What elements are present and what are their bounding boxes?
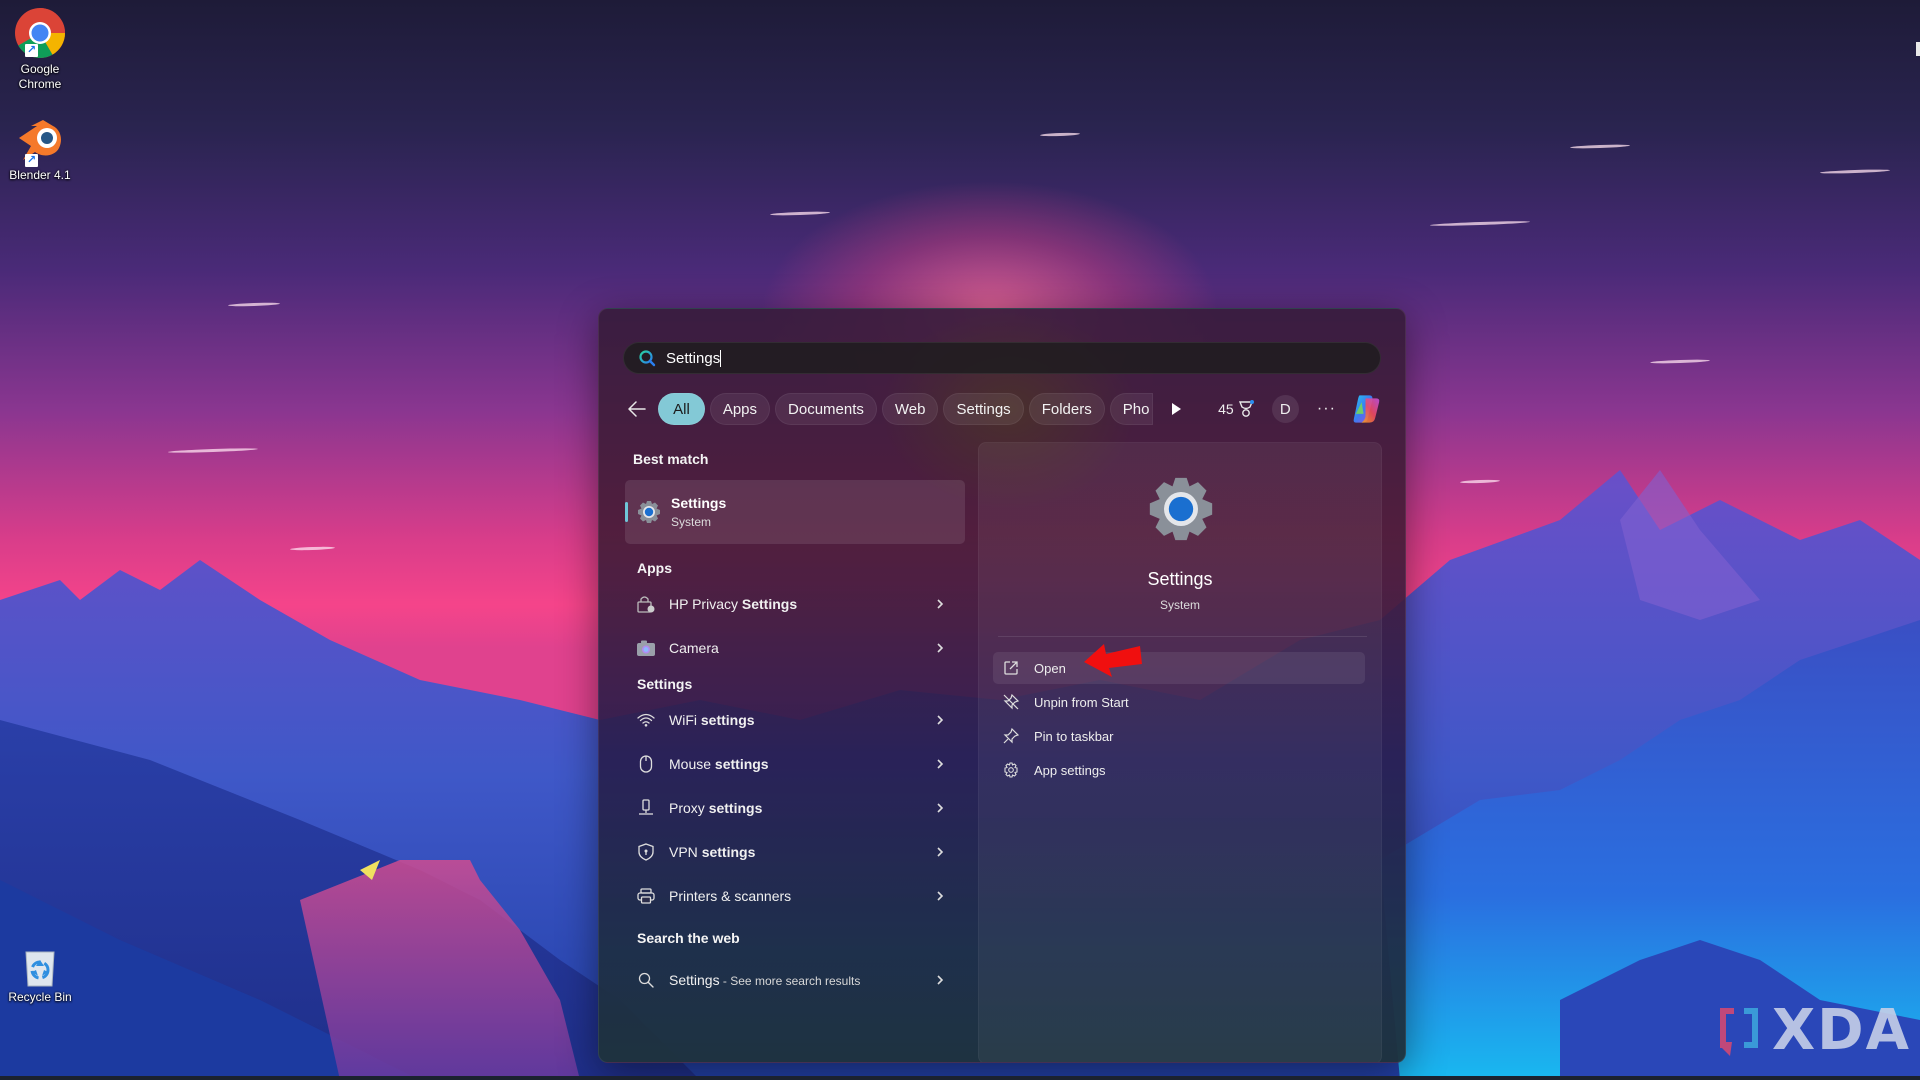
action-open[interactable]: Open: [993, 652, 1365, 684]
tab-folders[interactable]: Folders: [1028, 393, 1105, 425]
section-best-match: Best match: [633, 451, 709, 467]
results-list: Best match Settings System Apps HP Priva…: [625, 444, 965, 1002]
search-icon: [639, 350, 656, 367]
chevron-right-icon[interactable]: [933, 888, 947, 904]
action-app-settings[interactable]: App settings: [993, 754, 1365, 786]
chevron-right-icon[interactable]: [933, 640, 947, 656]
rewards-trophy-icon: [1238, 400, 1254, 417]
unpin-icon: [1003, 694, 1019, 710]
taskbar-edge: [0, 1076, 1920, 1080]
account-avatar[interactable]: D: [1271, 395, 1299, 423]
camera-icon: [637, 640, 655, 656]
section-settings: Settings: [637, 676, 693, 692]
preview-divider: [998, 636, 1367, 637]
desktop-icon-label: Recycle Bin: [8, 990, 72, 1004]
printer-icon: [637, 888, 655, 904]
arrow-left-icon: [627, 401, 646, 417]
recycle-bin-icon: [25, 951, 55, 987]
chevron-right-icon[interactable]: [933, 800, 947, 816]
chevron-right-icon[interactable]: [933, 596, 947, 612]
open-external-icon: [1004, 661, 1018, 675]
chrome-icon: [15, 8, 65, 58]
desktop-icon-google-chrome[interactable]: ↗ Google Chrome: [0, 6, 80, 92]
blender-icon: [19, 120, 61, 160]
result-proxy-settings[interactable]: Proxy settings: [625, 786, 965, 830]
scroll-tabs-right-button[interactable]: [1165, 395, 1188, 423]
mouse-icon: [639, 755, 653, 773]
preview-subtitle: System: [1159, 598, 1200, 612]
result-label: VPN settings: [669, 844, 756, 860]
annotation-red-arrow-icon: [1084, 644, 1142, 677]
search-input[interactable]: Settings: [666, 349, 722, 367]
section-apps: Apps: [637, 560, 672, 576]
tab-photos[interactable]: Pho: [1109, 393, 1153, 425]
back-button[interactable]: [623, 395, 650, 423]
xda-wordmark: XDA: [1772, 998, 1911, 1063]
windows-search-panel: Settings All Apps Documents Web Settings…: [598, 308, 1406, 1063]
desktop-icon-label: Blender 4.1: [9, 168, 71, 182]
tab-web[interactable]: Web: [881, 393, 939, 425]
settings-gear-icon: [1149, 477, 1213, 541]
filter-bar: All Apps Documents Web Settings Folders …: [623, 393, 1383, 425]
result-label: Camera: [669, 640, 719, 656]
result-label: HP Privacy Settings: [669, 596, 798, 612]
result-printers-scanners[interactable]: Printers & scanners: [625, 874, 965, 918]
tab-apps[interactable]: Apps: [709, 393, 771, 425]
result-web-search[interactable]: Settings - See more search results: [625, 958, 965, 1002]
section-search-the-web: Search the web: [637, 930, 740, 946]
result-camera[interactable]: Camera: [625, 626, 965, 670]
tab-settings[interactable]: Settings: [943, 393, 1024, 425]
settings-gear-icon: [638, 501, 660, 523]
best-match-settings[interactable]: Settings System: [625, 480, 965, 544]
result-label: Printers & scanners: [669, 888, 792, 904]
result-label: Settings - See more search results: [669, 972, 861, 988]
text-caret: [720, 349, 722, 367]
best-match-title: Settings: [671, 495, 727, 511]
preview-pane: Settings System Open Unpin from Start Pi…: [978, 442, 1382, 1062]
shortcut-arrow-icon: ↗: [25, 44, 38, 57]
copilot-icon[interactable]: [1350, 392, 1383, 426]
search-icon: [638, 972, 654, 988]
desktop-icon-label: Google Chrome: [18, 62, 62, 91]
chevron-right-icon[interactable]: [933, 972, 947, 988]
screen-edge-indicator: [1916, 42, 1920, 56]
result-wifi-settings[interactable]: WiFi settings: [625, 698, 965, 742]
best-match-subtitle: System: [671, 515, 712, 529]
gear-outline-icon: [1004, 762, 1018, 778]
preview-actions: Open Unpin from Start Pin to taskbar App…: [993, 652, 1365, 788]
chevron-right-icon[interactable]: [933, 756, 947, 772]
desktop-icon-recycle-bin[interactable]: Recycle Bin: [0, 948, 80, 1005]
result-hp-privacy-settings[interactable]: HP Privacy Settings: [625, 582, 965, 626]
tab-documents[interactable]: Documents: [775, 393, 877, 425]
hp-privacy-lock-icon: [637, 596, 655, 613]
xda-bracket-logo-icon: [1720, 1007, 1758, 1056]
preview-title: Settings: [1147, 569, 1213, 589]
chevron-right-icon[interactable]: [933, 712, 947, 728]
action-pin-to-taskbar[interactable]: Pin to taskbar: [993, 720, 1365, 752]
result-vpn-settings[interactable]: VPN settings: [625, 830, 965, 874]
result-label: WiFi settings: [669, 712, 755, 728]
action-unpin-from-start[interactable]: Unpin from Start: [993, 686, 1365, 718]
pin-icon: [1003, 728, 1019, 744]
shortcut-arrow-icon: ↗: [25, 154, 38, 167]
tab-all[interactable]: All: [658, 393, 705, 425]
xda-watermark: XDA: [1718, 998, 1911, 1063]
selection-indicator: [625, 502, 628, 522]
chevron-right-icon[interactable]: [933, 844, 947, 860]
search-query: Settings: [666, 349, 721, 367]
vpn-shield-icon: [638, 843, 654, 861]
rewards-points[interactable]: 45: [1218, 400, 1254, 418]
result-mouse-settings[interactable]: Mouse settings: [625, 742, 965, 786]
proxy-icon: [639, 799, 653, 815]
more-options-button[interactable]: ···: [1313, 395, 1340, 423]
result-label: Mouse settings: [669, 756, 769, 772]
play-right-icon: [1172, 403, 1182, 415]
search-box[interactable]: Settings: [623, 342, 1381, 374]
wifi-icon: [637, 713, 655, 727]
desktop-icon-blender[interactable]: ↗ Blender 4.1: [0, 116, 80, 183]
rewards-points-value: 45: [1218, 401, 1234, 417]
result-label: Proxy settings: [669, 800, 763, 816]
